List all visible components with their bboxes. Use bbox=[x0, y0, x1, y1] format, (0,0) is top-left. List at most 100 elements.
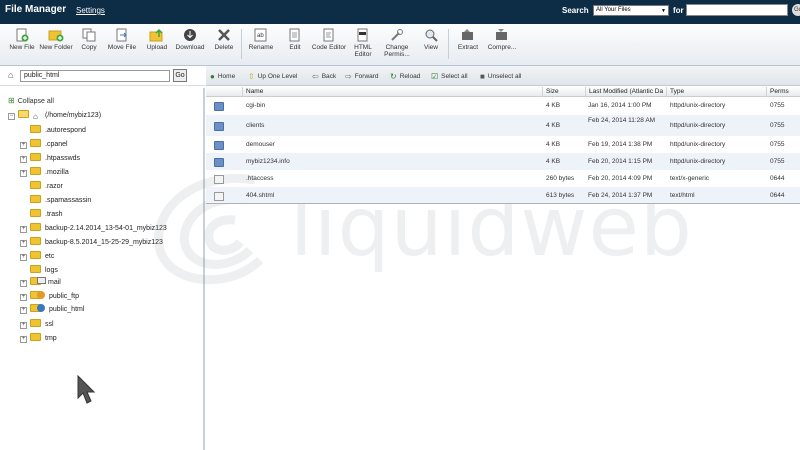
tree-item-ssl[interactable]: + ssl bbox=[20, 319, 54, 331]
expand-toggle[interactable]: + bbox=[20, 156, 27, 163]
app-title: File Manager bbox=[5, 4, 67, 15]
column-header-type[interactable]: Type bbox=[666, 87, 766, 97]
folder-icon bbox=[30, 333, 41, 341]
tree-item-etc[interactable]: + etc bbox=[20, 251, 54, 263]
table-row[interactable]: 404.shtml 613 bytes Feb 24, 2014 1:37 PM te… bbox=[206, 187, 800, 204]
table-row[interactable]: cgi-bin 4 KB Jan 16, 2014 1:00 PM httpd/uni… bbox=[206, 97, 800, 115]
folder-icon bbox=[30, 167, 41, 175]
unselect-all-button[interactable]: ■ Unselect all bbox=[480, 72, 521, 81]
delete-button[interactable]: Delete bbox=[206, 28, 242, 51]
reload-button[interactable]: ↻ Reload bbox=[390, 72, 420, 81]
rename-button[interactable]: ab Rename bbox=[243, 28, 279, 51]
path-go-button[interactable]: Go bbox=[173, 69, 187, 82]
tree-item-cpanel[interactable]: + .cpanel bbox=[20, 139, 68, 151]
tree-item-mozilla[interactable]: + .mozilla bbox=[20, 167, 69, 179]
expand-toggle[interactable]: + bbox=[20, 254, 27, 261]
expand-toggle[interactable]: + bbox=[20, 280, 27, 287]
edit-icon bbox=[289, 28, 300, 42]
search-scope-select[interactable]: All Your Files ▼ bbox=[593, 5, 669, 16]
tree-item-public-html[interactable]: + public_html bbox=[20, 304, 84, 316]
table-row[interactable]: clients 4 KB Feb 24, 2014 11:28 AM httpd/un… bbox=[206, 115, 800, 136]
code-editor-icon bbox=[323, 28, 334, 42]
expand-toggle[interactable]: + bbox=[20, 294, 27, 301]
tree-item-logs[interactable]: logs bbox=[30, 265, 58, 277]
tree-item-public-ftp[interactable]: + public_ftp bbox=[20, 291, 79, 303]
file-size: 4 KB bbox=[546, 158, 561, 165]
forward-button[interactable]: ⇨ Forward bbox=[345, 72, 379, 81]
file-name[interactable]: 404.shtml bbox=[246, 192, 536, 200]
expand-toggle[interactable]: + bbox=[20, 142, 27, 149]
file-name[interactable]: .htaccess bbox=[246, 175, 536, 183]
mail-icon bbox=[37, 277, 46, 284]
html-editor-button[interactable]: HTML Editor bbox=[345, 28, 381, 58]
folder-icon bbox=[30, 251, 41, 259]
folder-icon bbox=[30, 195, 41, 203]
table-row[interactable]: demouser 4 KB Feb 19, 2014 1:38 PM httpd/un… bbox=[206, 136, 800, 153]
tree-item-spamassassin[interactable]: .spamassassin bbox=[30, 195, 91, 207]
file-perms: 0755 bbox=[770, 102, 785, 109]
collapse-toggle[interactable]: − bbox=[8, 113, 15, 120]
copy-button[interactable]: Copy bbox=[71, 28, 107, 51]
file-type: httpd/unix-directory bbox=[670, 158, 726, 165]
file-name[interactable]: demouser bbox=[246, 141, 536, 149]
table-row[interactable]: .htaccess 260 bytes Feb 20, 2014 4:09 PM te… bbox=[206, 170, 800, 187]
mouse-cursor-icon bbox=[77, 374, 96, 404]
column-header-last-modified[interactable]: Last Modified (Atlantic Da bbox=[585, 87, 666, 97]
expand-toggle[interactable]: + bbox=[20, 170, 27, 177]
collapse-icon: ⊞ bbox=[8, 96, 15, 105]
navigation-bar: ● Home ⇧ Up One Level ⇦ Back ⇨ Forward ↻ Relo… bbox=[206, 66, 800, 86]
expand-toggle[interactable]: + bbox=[20, 336, 27, 343]
folder-icon bbox=[214, 141, 224, 150]
expand-toggle[interactable]: + bbox=[20, 307, 27, 314]
upload-button[interactable]: Upload bbox=[139, 28, 175, 51]
icon-column-header bbox=[206, 87, 242, 97]
file-perms: 0755 bbox=[770, 122, 785, 129]
search-input[interactable] bbox=[686, 4, 788, 16]
view-button[interactable]: View bbox=[413, 28, 449, 51]
code-editor-button[interactable]: Code Editor bbox=[311, 28, 347, 51]
tree-item-trash[interactable]: .trash bbox=[30, 209, 63, 221]
file-type: text/x-generic bbox=[670, 175, 710, 182]
settings-link[interactable]: Settings bbox=[76, 6, 105, 15]
new-file-button[interactable]: New File bbox=[4, 28, 40, 51]
expand-toggle[interactable]: + bbox=[20, 226, 27, 233]
toolbar: New File New Folder Copy Move File Uploa… bbox=[0, 24, 800, 66]
collapse-all-button[interactable]: ⊞ Collapse all bbox=[8, 96, 54, 105]
up-one-level-button[interactable]: ⇧ Up One Level bbox=[248, 72, 297, 81]
tree-item-htpasswds[interactable]: + .htpasswds bbox=[20, 153, 80, 165]
table-header: Name Size Last Modified (Atlantic Da Typ… bbox=[206, 86, 800, 97]
extract-button[interactable]: Extract bbox=[450, 28, 486, 51]
column-header-name[interactable]: Name bbox=[242, 87, 542, 97]
compress-button[interactable]: Compre... bbox=[484, 28, 520, 51]
tree-item-mail[interactable]: + mail bbox=[20, 277, 61, 289]
expand-toggle[interactable]: + bbox=[20, 240, 27, 247]
home-button[interactable]: ● Home bbox=[210, 72, 235, 81]
tree-item-backup-1[interactable]: + backup-2.14.2014_13-54-01_mybiz123 bbox=[20, 223, 167, 235]
file-name[interactable]: mybiz1234.info bbox=[246, 158, 536, 166]
file-size: 4 KB bbox=[546, 102, 561, 109]
tree-root[interactable]: − ⌂ (/home/mybiz123) bbox=[8, 110, 101, 122]
tree-item-backup-2[interactable]: + backup-8.5.2014_15-25-29_mybiz123 bbox=[20, 237, 163, 249]
extract-icon bbox=[462, 29, 473, 40]
tree-item-autorespond[interactable]: .autorespond bbox=[30, 125, 86, 137]
select-all-button[interactable]: ☑ Select all bbox=[431, 72, 468, 81]
download-button[interactable]: Download bbox=[172, 28, 208, 51]
change-permissions-button[interactable]: Change Permis... bbox=[379, 28, 415, 58]
expand-toggle[interactable]: + bbox=[20, 322, 27, 329]
edit-button[interactable]: Edit bbox=[277, 28, 313, 51]
file-name[interactable]: clients bbox=[246, 122, 536, 130]
column-header-perms[interactable]: Perms bbox=[766, 87, 800, 97]
new-folder-icon bbox=[48, 30, 64, 42]
column-header-size[interactable]: Size bbox=[542, 87, 585, 97]
table-row[interactable]: mybiz1234.info 4 KB Feb 20, 2014 1:15 PM ht… bbox=[206, 153, 800, 170]
file-name[interactable]: cgi-bin bbox=[246, 102, 536, 110]
search-go-button[interactable]: Go bbox=[792, 4, 800, 16]
tree-item-razor[interactable]: .razor bbox=[30, 181, 63, 193]
move-file-button[interactable]: Move File bbox=[104, 28, 140, 51]
tree-item-tmp[interactable]: + tmp bbox=[20, 333, 57, 345]
back-button[interactable]: ⇦ Back bbox=[312, 72, 336, 81]
file-modified: Feb 20, 2014 1:15 PM bbox=[588, 158, 653, 165]
path-input[interactable]: public_html bbox=[20, 70, 170, 82]
search-label: Search bbox=[562, 6, 589, 15]
new-folder-button[interactable]: New Folder bbox=[38, 28, 74, 51]
